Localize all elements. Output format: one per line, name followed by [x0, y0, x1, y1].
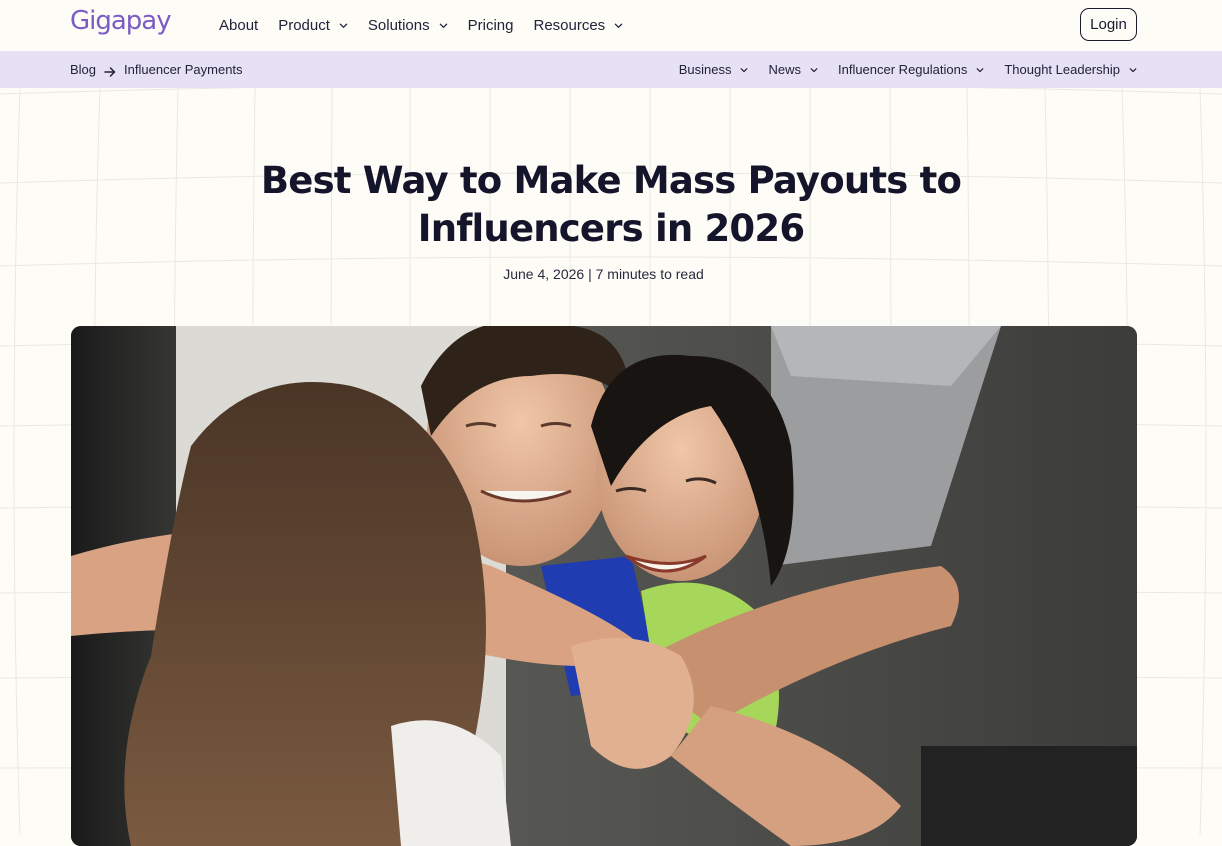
- nav-item-label: Resources: [533, 17, 606, 34]
- article-title-line-2: Influencers in 2026: [417, 207, 805, 250]
- breadcrumb-blog-link[interactable]: Blog: [70, 62, 96, 77]
- nav-item-label: About: [219, 17, 259, 34]
- category-label: Business: [678, 62, 732, 77]
- publish-date: June 4, 2026: [503, 266, 585, 282]
- nav-item-label: Solutions: [367, 17, 430, 34]
- breadcrumb-current[interactable]: Influencer Payments: [124, 62, 243, 77]
- chevron-down-icon: [740, 66, 748, 74]
- nav-item-solutions[interactable]: Solutions: [368, 17, 448, 34]
- category-influencer-regulations[interactable]: Influencer Regulations: [838, 62, 984, 77]
- chevron-down-icon: [439, 21, 448, 30]
- chevron-down-icon: [1129, 66, 1137, 74]
- nav-item-about[interactable]: About: [219, 17, 258, 34]
- category-label: Influencer Regulations: [837, 62, 968, 77]
- chevron-down-icon: [339, 21, 348, 30]
- chevron-down-icon: [810, 66, 818, 74]
- category-business[interactable]: Business: [679, 62, 749, 77]
- chevron-down-icon: [614, 21, 623, 30]
- hero-image: [71, 326, 1137, 846]
- meta-separator: |: [588, 266, 592, 282]
- breadcrumb: Blog Influencer Payments: [70, 51, 243, 88]
- chevron-down-icon: [976, 66, 984, 74]
- nav-item-product[interactable]: Product: [278, 17, 348, 34]
- arrow-right-icon: [104, 65, 116, 77]
- top-navigation: Gigapay About Product Solutions Pricing …: [0, 0, 1222, 51]
- gigapay-logo[interactable]: Gigapay: [70, 6, 172, 36]
- nav-item-resources[interactable]: Resources: [533, 17, 623, 34]
- nav-item-label: Product: [278, 17, 330, 34]
- read-time: 7 minutes to read: [595, 266, 704, 282]
- main-nav: About Product Solutions Pricing Resource…: [219, 0, 643, 51]
- article-title: Best Way to Make Mass Payouts to Influen…: [211, 157, 1011, 253]
- nav-item-pricing[interactable]: Pricing: [468, 17, 514, 34]
- category-thought-leadership[interactable]: Thought Leadership: [1004, 62, 1137, 77]
- category-label: Thought Leadership: [1004, 62, 1120, 77]
- login-button[interactable]: Login: [1080, 8, 1137, 41]
- blog-subnav: Blog Influencer Payments Business News I…: [0, 51, 1222, 88]
- category-label: News: [768, 62, 801, 77]
- nav-item-label: Pricing: [467, 17, 514, 34]
- category-nav: Business News Influencer Regulations Tho…: [659, 51, 1137, 88]
- article-meta: June 4, 2026 | 7 minutes to read: [0, 266, 1207, 282]
- category-news[interactable]: News: [768, 62, 818, 77]
- article-title-line-1: Best Way to Make Mass Payouts to: [260, 159, 962, 202]
